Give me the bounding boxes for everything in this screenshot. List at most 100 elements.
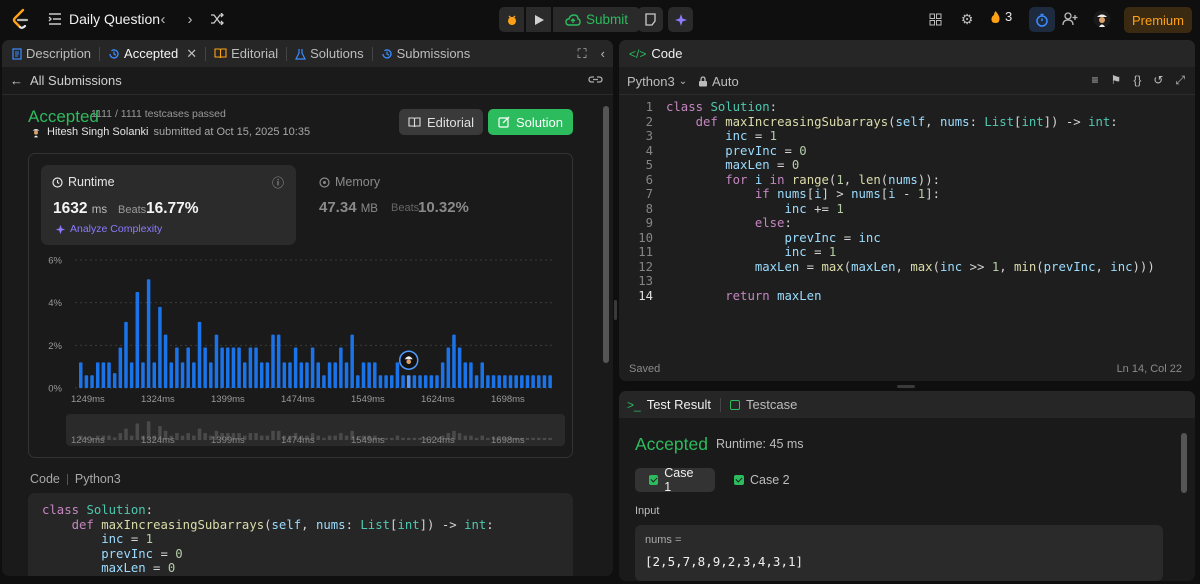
histogram-bar <box>537 375 541 388</box>
code-editor[interactable]: 1 class Solution: 2 def maxIncreasingSuba… <box>619 100 1195 303</box>
code-line: class Solution: <box>42 503 559 518</box>
tab-test-result[interactable]: Test Result <box>647 397 711 412</box>
chevron-left-icon[interactable]: ‹ <box>152 8 174 30</box>
histogram-bar <box>124 321 128 388</box>
line-number: 12 <box>638 259 653 274</box>
book-icon <box>214 48 227 59</box>
solution-button[interactable]: Solution <box>488 109 573 135</box>
code-text: class Solution: <box>666 100 778 114</box>
submitted-code-preview[interactable]: class Solution: def maxIncreasingSubarra… <box>28 493 573 576</box>
submission-status: Accepted <box>28 107 99 126</box>
timer-button[interactable] <box>1029 7 1055 32</box>
page-title[interactable]: Daily Question <box>69 11 160 27</box>
preview-bar <box>395 435 400 440</box>
editorial-button[interactable]: Editorial <box>399 109 483 135</box>
format-icon[interactable]: ≡ <box>1092 73 1099 88</box>
preview-bar <box>135 423 140 440</box>
histogram-bar <box>378 375 383 388</box>
mode-label: Auto <box>712 74 739 89</box>
submitted-time: submitted at Oct 15, 2025 10:35 <box>153 126 311 138</box>
code-line: inc = 1 <box>42 532 559 547</box>
document-icon <box>12 47 22 60</box>
vertical-resize-handle[interactable] <box>614 300 617 320</box>
language-select[interactable]: Python3 ⌄ <box>627 74 687 89</box>
settings-gear-icon[interactable]: ⚙ <box>956 8 978 30</box>
preview-bar <box>175 433 179 440</box>
auto-mode-toggle[interactable]: Auto <box>698 74 739 89</box>
y-tick-label: 4% <box>48 298 62 309</box>
preview-bar <box>124 428 128 440</box>
layout-grid-icon[interactable] <box>924 8 946 30</box>
tab-accepted[interactable]: Accepted ✕ <box>108 46 197 62</box>
tab-testcase[interactable]: Testcase <box>746 397 797 412</box>
histogram-bar <box>282 362 287 388</box>
preview-bar <box>525 437 530 440</box>
test-status: Accepted <box>635 434 708 454</box>
scrollbar-thumb[interactable] <box>603 106 609 363</box>
close-icon[interactable]: ✕ <box>186 46 197 62</box>
tab-label: Description <box>26 46 92 61</box>
problem-list-icon[interactable] <box>44 8 66 30</box>
histogram-bar <box>90 375 94 388</box>
maximize-icon[interactable]: ⛶ <box>578 46 587 62</box>
ai-assistant-button[interactable] <box>668 7 693 32</box>
code-text: prevInc = 0 <box>725 143 807 158</box>
collapse-chevron-icon[interactable]: ‹ <box>601 46 605 62</box>
histogram-bar <box>525 375 530 388</box>
line-number: 5 <box>645 158 653 172</box>
scrollbar-thumb[interactable] <box>1181 433 1187 493</box>
line-number: 2 <box>645 114 653 129</box>
tab-submissions[interactable]: Submissions <box>381 46 470 61</box>
preview-bar <box>531 437 535 440</box>
histogram-bar <box>344 362 349 388</box>
preview-bar <box>180 435 185 440</box>
code-text: maxLen = 0 <box>725 158 800 172</box>
debug-button[interactable] <box>499 7 524 32</box>
avatar[interactable] <box>1091 8 1113 30</box>
leetcode-logo-icon[interactable] <box>10 8 30 30</box>
reset-icon[interactable]: ↺ <box>1153 73 1163 88</box>
fullscreen-icon[interactable]: ⤢ <box>1175 73 1185 88</box>
horizontal-resize-handle[interactable] <box>897 385 915 388</box>
premium-button[interactable]: Premium <box>1124 7 1192 33</box>
preview-bar <box>401 437 405 440</box>
tab-solutions[interactable]: Solutions <box>295 46 364 61</box>
code-line: 9 else: <box>619 216 1195 231</box>
back-to-submissions[interactable]: ← All Submissions <box>2 67 613 95</box>
case-label: Case 2 <box>750 473 790 487</box>
add-user-icon[interactable] <box>1059 8 1081 30</box>
histogram-bar <box>367 362 371 388</box>
histogram-bar <box>406 375 411 388</box>
notes-button[interactable] <box>638 7 663 32</box>
submit-button[interactable]: Submit <box>553 7 641 32</box>
runtime-distribution-chart[interactable]: 0% 2% 4% 6% 1249ms 1324ms 1399ms 1474ms 1549ms 16… <box>29 154 574 459</box>
bookmark-icon[interactable]: ⚑ <box>1111 73 1122 88</box>
histogram-bar <box>305 362 309 388</box>
back-label: All Submissions <box>30 73 122 88</box>
arrow-left-icon: ← <box>10 73 23 88</box>
tab-description[interactable]: Description <box>12 46 91 61</box>
input-value-box[interactable]: nums = [2,5,7,8,9,2,3,4,3,1] <box>635 525 1163 581</box>
link-icon[interactable] <box>588 73 603 88</box>
case-2-tab[interactable]: Case 2 <box>720 468 804 492</box>
input-variable-value: [2,5,7,8,9,2,3,4,3,1] <box>645 554 804 569</box>
histogram-bar <box>203 347 207 388</box>
code-text: prevInc = inc <box>784 230 881 245</box>
avatar[interactable] <box>30 126 42 138</box>
histogram-bar <box>514 375 518 388</box>
code-text: inc = 1 <box>101 532 154 546</box>
editorial-label: Editorial <box>427 114 474 130</box>
histogram-bar <box>457 347 462 388</box>
run-button[interactable] <box>526 7 551 32</box>
chevron-right-icon[interactable]: › <box>179 8 201 30</box>
preview-bar <box>112 437 117 440</box>
braces-icon[interactable]: {} <box>1133 73 1141 88</box>
submission-panel: Description Accepted ✕ Editorial Solutio… <box>2 40 613 576</box>
tab-editorial[interactable]: Editorial <box>214 46 278 61</box>
submitter-info: Hitesh Singh Solanki submitted at Oct 15… <box>30 126 310 138</box>
case-1-tab[interactable]: Case 1 <box>635 466 715 494</box>
code-line: 4 prevInc = 0 <box>619 144 1195 159</box>
streak-counter[interactable]: 3 <box>990 9 1012 24</box>
author-name[interactable]: Hitesh Singh Solanki <box>47 126 149 138</box>
shuffle-icon[interactable] <box>206 8 228 30</box>
